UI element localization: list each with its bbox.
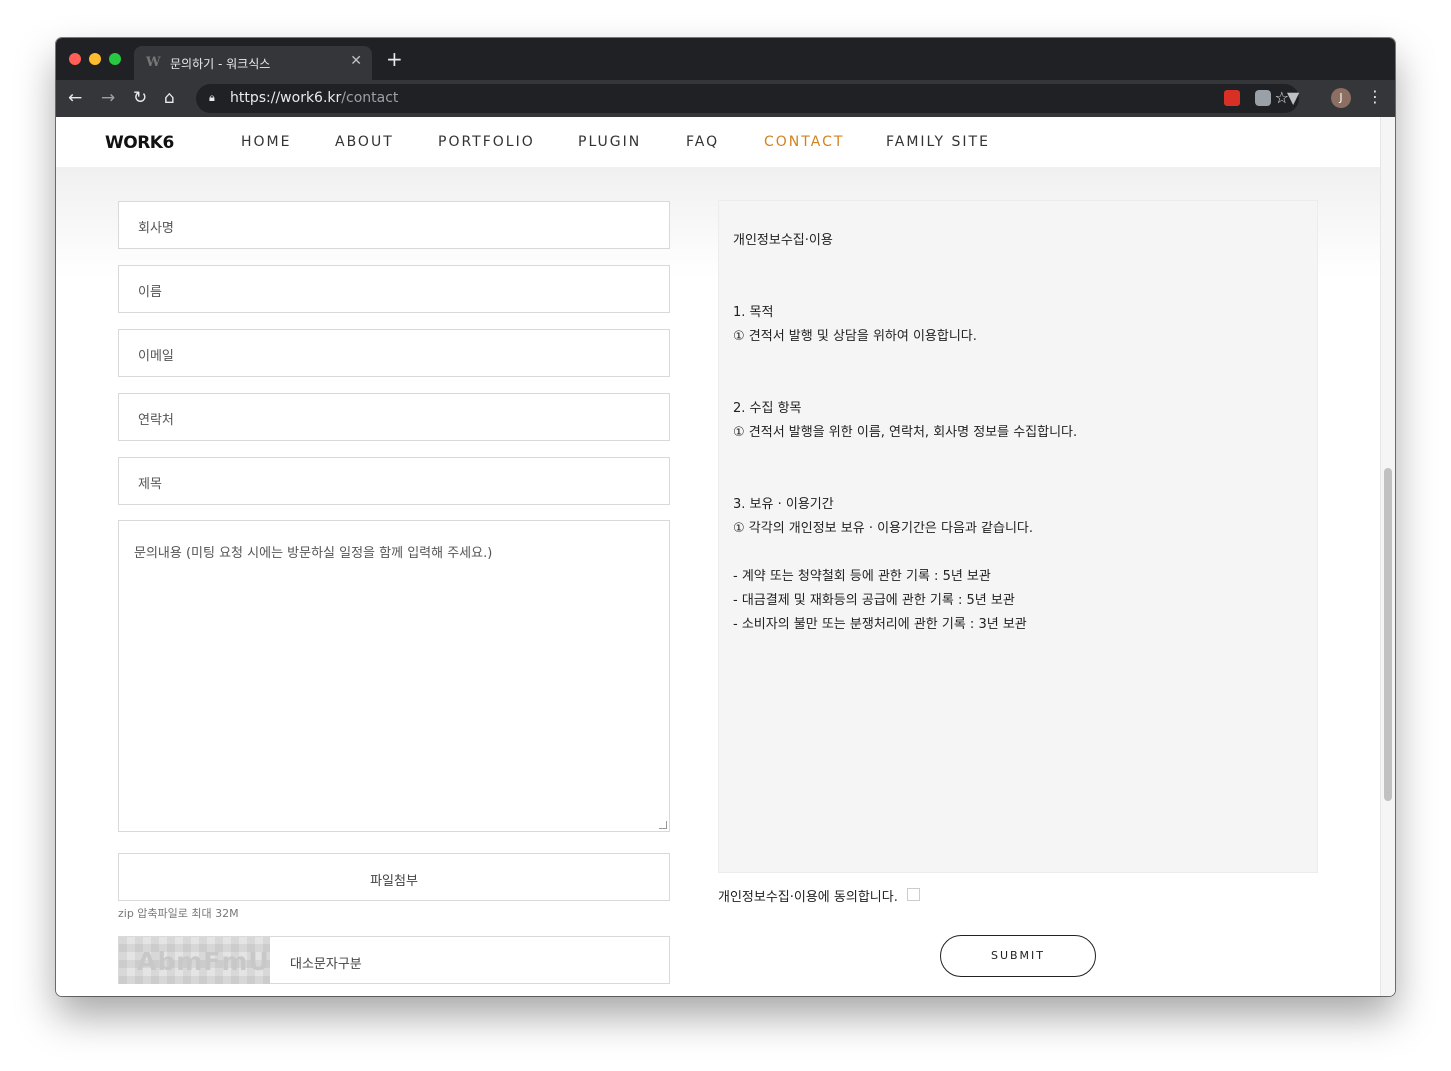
message-textarea[interactable]: 문의내용 (미팅 요청 시에는 방문하실 일정을 함께 입력해 주세요.): [118, 520, 670, 832]
address-bar[interactable]: 🔒︎ https://work6.kr/contact ☆: [196, 84, 1299, 113]
privacy-s3-item: - 소비자의 불만 또는 분쟁처리에 관한 기록 : 3년 보관: [733, 617, 1027, 632]
subject-field[interactable]: 제목: [118, 457, 670, 505]
reload-icon[interactable]: ↻: [133, 88, 147, 108]
privacy-policy-box: 개인정보수집·이용 1. 목적 ① 견적서 발행 및 상담을 위하여 이용합니다…: [718, 200, 1318, 873]
minimize-window-button[interactable]: [89, 53, 101, 65]
privacy-s3-item: - 대금결제 및 재화등의 공급에 관한 기록 : 5년 보관: [733, 593, 1015, 608]
nav-item-portfolio[interactable]: PORTFOLIO: [438, 134, 535, 150]
site-logo[interactable]: WORK6: [105, 133, 174, 153]
privacy-s2-heading: 2. 수집 항목: [733, 401, 802, 416]
agree-label: 개인정보수집·이용에 동의합니다.: [718, 890, 898, 905]
browser-tab[interactable]: W 문의하기 - 워크식스 ✕: [134, 46, 372, 80]
favicon-icon: W: [146, 55, 161, 70]
company-placeholder: 회사명: [138, 221, 174, 236]
file-attach-label: 파일첨부: [370, 874, 418, 889]
captcha-field[interactable]: AbmFmU 대소문자구분: [118, 936, 670, 984]
file-attach-button[interactable]: 파일첨부: [118, 853, 670, 901]
email-placeholder: 이메일: [138, 349, 174, 364]
nav-item-home[interactable]: HOME: [241, 134, 291, 150]
back-arrow-icon[interactable]: ←: [68, 88, 82, 108]
nav-item-family-site[interactable]: FAMILY SITE: [886, 134, 990, 150]
email-field[interactable]: 이메일: [118, 329, 670, 377]
lock-icon[interactable]: 🔒︎: [209, 91, 215, 105]
profile-avatar[interactable]: J: [1331, 88, 1351, 108]
home-icon[interactable]: ⌂: [164, 88, 175, 108]
browser-window: W 문의하기 - 워크식스 ✕ + ← → ↻ ⌂ 🔒︎ https://wor…: [56, 38, 1395, 996]
privacy-s1-body: ① 견적서 발행 및 상담을 위하여 이용합니다.: [733, 329, 977, 344]
page-viewport: WORK6 HOME ABOUT PORTFOLIO PLUGIN FAQ CO…: [56, 117, 1395, 996]
menu-dots-icon[interactable]: ⋮: [1367, 87, 1383, 106]
camera-icon[interactable]: [1255, 90, 1271, 106]
privacy-s3-body: ① 각각의 개인정보 보유 · 이용기간은 다음과 같습니다.: [733, 521, 1034, 536]
nav-item-about[interactable]: ABOUT: [335, 134, 394, 150]
resize-handle[interactable]: [659, 821, 667, 829]
nav-item-plugin[interactable]: PLUGIN: [578, 134, 641, 150]
close-tab-icon[interactable]: ✕: [350, 53, 362, 69]
captcha-image: AbmFmU: [119, 937, 270, 984]
privacy-s3-heading: 3. 보유 · 이용기간: [733, 497, 834, 512]
extension-icon[interactable]: [1224, 90, 1240, 106]
submit-button[interactable]: SUBMIT: [940, 935, 1096, 977]
privacy-s2-body: ① 견적서 발행을 위한 이름, 연락처, 회사명 정보를 수집합니다.: [733, 425, 1078, 440]
tab-strip: W 문의하기 - 워크식스 ✕ +: [56, 38, 1395, 80]
nav-item-faq[interactable]: FAQ: [686, 134, 719, 150]
company-field[interactable]: 회사명: [118, 201, 670, 249]
site-header: WORK6 HOME ABOUT PORTFOLIO PLUGIN FAQ CO…: [56, 117, 1380, 167]
scrollbar-thumb[interactable]: [1384, 468, 1392, 801]
privacy-s1-heading: 1. 목적: [733, 305, 774, 320]
tab-title: 문의하기 - 워크식스: [170, 57, 271, 71]
browser-toolbar: ← → ↻ ⌂ 🔒︎ https://work6.kr/contact ☆ ▼ …: [56, 80, 1395, 117]
new-tab-button[interactable]: +: [386, 49, 403, 69]
subject-placeholder: 제목: [138, 477, 162, 492]
privacy-title: 개인정보수집·이용: [733, 233, 833, 248]
file-hint: zip 압축파일로 최대 32M: [118, 907, 239, 920]
privacy-s3-item: - 계약 또는 청약철회 등에 관한 기록 : 5년 보관: [733, 569, 991, 584]
forward-arrow-icon[interactable]: →: [101, 88, 115, 108]
agree-checkbox[interactable]: [907, 888, 920, 901]
submit-label: SUBMIT: [990, 949, 1046, 962]
captcha-placeholder: 대소문자구분: [290, 957, 362, 972]
name-field[interactable]: 이름: [118, 265, 670, 313]
message-placeholder: 문의내용 (미팅 요청 시에는 방문하실 일정을 함께 입력해 주세요.): [134, 546, 493, 561]
name-placeholder: 이름: [138, 285, 162, 300]
maximize-window-button[interactable]: [109, 53, 121, 65]
vimeo-icon[interactable]: ▼: [1287, 88, 1299, 107]
captcha-text: AbmFmU: [137, 947, 270, 976]
close-window-button[interactable]: [69, 53, 81, 65]
phone-field[interactable]: 연락처: [118, 393, 670, 441]
phone-placeholder: 연락처: [138, 413, 174, 428]
url-text: https://work6.kr/contact: [230, 90, 399, 106]
nav-item-contact[interactable]: CONTACT: [764, 134, 844, 150]
